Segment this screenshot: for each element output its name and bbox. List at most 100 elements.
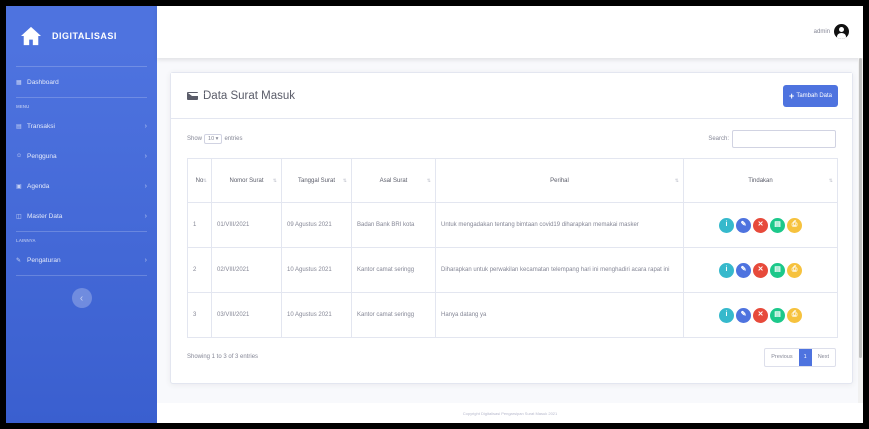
database-icon: ◫: [16, 213, 22, 220]
file-icon[interactable]: ▤: [770, 262, 785, 278]
sidebar-item-transaksi[interactable]: ▤ Transaksi ›: [6, 111, 157, 141]
info-icon[interactable]: i: [719, 307, 734, 323]
column-header-asal[interactable]: Asal Surat ⇅: [351, 158, 436, 203]
search-input[interactable]: [732, 130, 836, 148]
sidebar-item-label: Master Data: [27, 212, 63, 220]
info-icon[interactable]: i: [719, 262, 734, 278]
sidebar-item-label: Pengaturan: [27, 256, 61, 264]
scrollbar-thumb[interactable]: [859, 58, 862, 358]
cell-tanggal: 10 Agustus 2021: [281, 247, 352, 293]
sidebar-item-label: Dashboard: [27, 78, 59, 86]
chevron-right-icon: ›: [144, 182, 147, 190]
search-label: Search:: [708, 136, 729, 142]
dashboard-icon: ▦: [16, 79, 22, 86]
chevron-right-icon: ›: [144, 122, 147, 130]
column-header-nomor[interactable]: Nomor Surat ⇅: [211, 158, 282, 203]
print-icon[interactable]: ⎙: [787, 262, 802, 278]
sidebar-divider: [16, 275, 147, 276]
sort-icon: ⇅: [426, 177, 431, 184]
sort-icon: ⇅: [674, 177, 679, 184]
file-icon[interactable]: ▤: [770, 217, 785, 233]
sidebar-item-dashboard[interactable]: ▦ Dashboard: [6, 67, 157, 97]
edit-icon[interactable]: ✎: [736, 262, 751, 278]
wrench-icon: ✎: [16, 257, 22, 264]
add-data-button[interactable]: + Tambah Data: [783, 84, 838, 107]
column-header-tanggal[interactable]: Tanggal Surat ⇅: [281, 158, 352, 203]
show-label: Show: [187, 136, 203, 142]
print-icon[interactable]: ⎙: [787, 307, 802, 323]
print-icon[interactable]: ⎙: [787, 217, 802, 233]
add-data-label: Tambah Data: [796, 92, 832, 99]
sidebar-toggle-button[interactable]: ‹: [71, 288, 92, 308]
delete-icon[interactable]: ✕: [753, 262, 768, 278]
sidebar-item-pengaturan[interactable]: ✎ Pengaturan ›: [6, 245, 157, 275]
sidebar-brand[interactable]: DIGITALISASI: [6, 6, 157, 66]
pagination: Previous 1 Next: [764, 347, 836, 367]
column-header-perihal[interactable]: Perihal ⇅: [435, 158, 684, 203]
sort-icon: ⇅: [828, 177, 833, 184]
file-icon[interactable]: ▤: [770, 307, 785, 323]
users-icon: ☺: [16, 153, 23, 159]
pagination-next[interactable]: Next: [812, 349, 835, 366]
table-controls: Show 10 ▾ entries Search:: [187, 129, 836, 149]
table-footer: Showing 1 to 3 of 3 entries Previous 1 N…: [187, 343, 836, 371]
cell-asal: Kantor camat seringg: [351, 292, 436, 338]
sidebar-item-master-data[interactable]: ◫ Master Data ›: [6, 201, 157, 231]
topbar: admin: [157, 6, 863, 58]
brand-title: DIGITALISASI: [52, 31, 117, 41]
table-row: 3 03/VIII/2021 10 Agustus 2021 Kantor ca…: [187, 292, 838, 338]
entries-select[interactable]: 10 ▾: [204, 134, 223, 144]
cell-perihal: Diharapkan untuk perwakilan kecamatan te…: [435, 247, 684, 293]
envelope-icon: [187, 91, 205, 100]
caret-down-icon: ▾: [215, 136, 219, 142]
sidebar-heading: MENU: [16, 104, 30, 109]
cell-nomor: 03/VIII/2021: [211, 292, 282, 338]
delete-icon[interactable]: ✕: [753, 217, 768, 233]
copyright-text: Copyright Digitalisasi Pengarsipan Surat…: [462, 410, 558, 416]
card-body: Show 10 ▾ entries Search: No ⇅ Nomor Sura…: [171, 119, 852, 371]
table-row: 1 01/VIII/2021 09 Agustus 2021 Badan Ban…: [187, 202, 838, 248]
cell-no: 3: [187, 292, 212, 338]
pagination-previous[interactable]: Previous: [765, 349, 798, 366]
plus-icon: +: [789, 90, 795, 101]
sidebar-item-agenda[interactable]: ▣ Agenda ›: [6, 171, 157, 201]
info-icon[interactable]: i: [719, 217, 734, 233]
cell-actions: i ✎ ✕ ▤ ⎙: [683, 292, 838, 338]
sort-icon: ⇅: [202, 177, 207, 184]
pagination-page-1[interactable]: 1: [798, 348, 812, 366]
edit-icon[interactable]: ✎: [736, 307, 751, 323]
sort-icon: ⇅: [272, 177, 277, 184]
search-wrap: Search:: [708, 130, 836, 148]
cell-tanggal: 10 Agustus 2021: [281, 292, 352, 338]
sidebar-item-label: Transaksi: [27, 122, 55, 130]
cell-asal: Badan Bank BRI kota: [351, 202, 436, 248]
calendar-icon: ▣: [16, 183, 22, 190]
card-header: Data Surat Masuk + Tambah Data: [171, 73, 852, 119]
page-title-text: Data Surat Masuk: [203, 89, 296, 102]
transaksi-icon: ▤: [16, 123, 22, 130]
cell-perihal: Hanya datang ya: [435, 292, 684, 338]
sidebar-item-label: Agenda: [27, 182, 50, 190]
scrollbar[interactable]: [858, 58, 863, 403]
user-avatar-icon: [834, 24, 849, 39]
cell-actions: i ✎ ✕ ▤ ⎙: [683, 247, 838, 293]
cell-nomor: 01/VIII/2021: [211, 202, 282, 248]
cell-no: 1: [187, 202, 212, 248]
column-header-no[interactable]: No ⇅: [187, 158, 212, 203]
delete-icon[interactable]: ✕: [753, 307, 768, 323]
table-info: Showing 1 to 3 of 3 entries: [187, 354, 259, 360]
sidebar-item-label: Pengguna: [27, 152, 57, 160]
cell-actions: i ✎ ✕ ▤ ⎙: [683, 202, 838, 248]
edit-icon[interactable]: ✎: [736, 217, 751, 233]
user-menu[interactable]: admin: [814, 24, 849, 39]
page-title: Data Surat Masuk: [187, 90, 295, 102]
app-window: DIGITALISASI ▦ Dashboard MENU ▤ Transaks…: [6, 6, 863, 423]
home-icon: [21, 26, 41, 46]
cell-asal: Kantor camat seringg: [351, 247, 436, 293]
sidebar-item-pengguna[interactable]: ☺ Pengguna ›: [6, 141, 157, 171]
sidebar-heading: LAINNYA: [16, 238, 36, 243]
column-header-tindakan[interactable]: Tindakan ⇅: [683, 158, 838, 203]
sidebar: DIGITALISASI ▦ Dashboard MENU ▤ Transaks…: [6, 6, 157, 423]
data-table: No ⇅ Nomor Surat ⇅ Tanggal Surat ⇅ Asal Sur…: [187, 158, 838, 338]
chevron-right-icon: ›: [144, 256, 147, 264]
